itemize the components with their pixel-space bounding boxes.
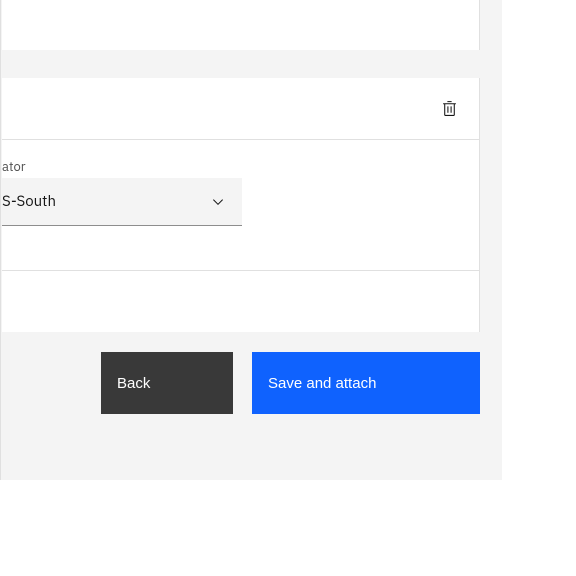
select-value: S-South	[2, 192, 56, 211]
panel-section-top	[2, 0, 480, 50]
chevron-down-icon	[210, 194, 226, 210]
back-button[interactable]: Back	[101, 352, 233, 414]
panel-header	[2, 78, 479, 140]
region-select[interactable]: S-South	[2, 178, 242, 226]
save-attach-button[interactable]: Save and attach	[252, 352, 480, 414]
divider	[2, 270, 480, 271]
trash-icon	[441, 100, 458, 117]
page-container: ator S-South Back Save and attach	[0, 0, 576, 576]
delete-button[interactable]	[439, 99, 459, 119]
field-label: ator	[2, 158, 26, 175]
form-panel: ator S-South Back Save and attach	[0, 0, 502, 480]
panel-section-mid: ator S-South	[2, 78, 480, 332]
button-row: Back Save and attach	[101, 352, 480, 414]
